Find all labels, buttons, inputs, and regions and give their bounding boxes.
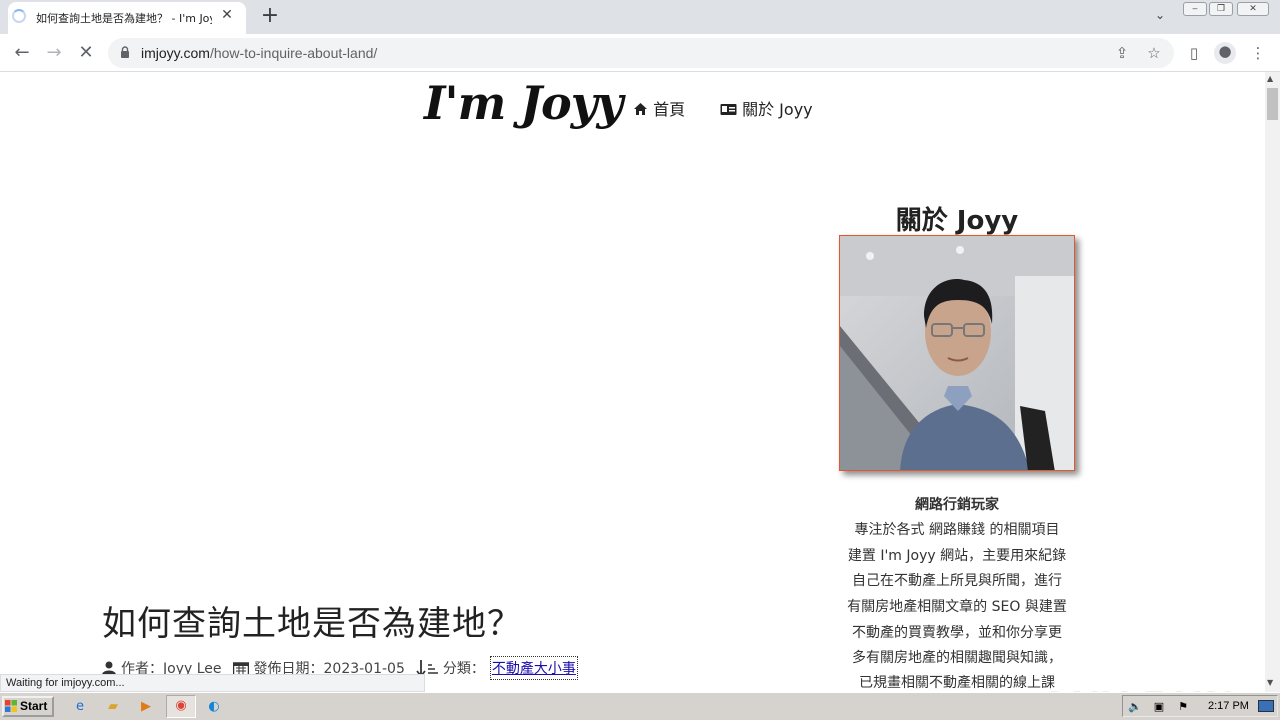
chrome-taskbar-button[interactable]: ◉: [166, 695, 196, 718]
media-player-icon[interactable]: ▶: [134, 697, 158, 717]
author-photo: [839, 235, 1075, 471]
tab-search-chevron-icon[interactable]: ⌄: [1150, 8, 1170, 26]
folder-icon[interactable]: ▰: [101, 697, 125, 717]
loading-spinner-icon: [12, 9, 26, 23]
side-panel-icon[interactable]: ▯: [1184, 44, 1204, 62]
edge-icon[interactable]: ◐: [202, 697, 226, 717]
url-host: imjoyy.com: [141, 45, 210, 61]
nav-home-label: 首頁: [653, 100, 686, 119]
sidebar-role: 網路行銷玩家: [915, 497, 999, 513]
show-desktop-icon[interactable]: [1258, 700, 1274, 712]
new-tab-button[interactable]: +: [258, 4, 282, 28]
sidebar-line: 自己在不動產上所見與所聞，進行: [852, 573, 1062, 589]
tab-title: 如何查詢土地是否為建地？ - I'm Joyy: [36, 12, 212, 25]
share-icon[interactable]: ⇪: [1112, 44, 1132, 62]
status-bar: Waiting for imjoyy.com...: [0, 674, 425, 692]
minimize-button[interactable]: ‒: [1183, 2, 1207, 16]
sidebar-line: 不動產的買賣教學，並和你分享更: [852, 625, 1062, 641]
nav-about-label: 關於 Joyy: [742, 100, 813, 119]
sidebar-title: 關於 Joyy: [895, 206, 1019, 236]
bookmark-star-icon[interactable]: ☆: [1144, 44, 1164, 62]
post-title: 如何查詢土地是否為建地？: [102, 604, 522, 644]
web-page: I'm Joyy 首頁 關於 Joyy 關於 Joyy 網路行銷玩家 專注於各式…: [0, 72, 1265, 692]
user-icon: [102, 661, 116, 675]
post-category-label: 分類：: [442, 661, 485, 677]
vertical-scrollbar[interactable]: [1265, 72, 1280, 692]
scrollbar-thumb[interactable]: [1267, 88, 1278, 120]
network-icon[interactable]: ▣: [1150, 697, 1168, 717]
scroll-down-icon[interactable]: ▼: [1267, 678, 1273, 687]
nav-home[interactable]: 首頁: [633, 96, 685, 120]
volume-icon[interactable]: 🔈: [1126, 697, 1144, 717]
nav-about[interactable]: 關於 Joyy: [720, 96, 813, 120]
site-logo[interactable]: I'm Joyy: [424, 76, 623, 130]
ie-icon[interactable]: e: [68, 697, 92, 717]
sidebar-line: 建置 I'm Joyy 網站，主要用來紀錄: [847, 548, 1067, 564]
post-category-link[interactable]: 不動產大小事: [489, 656, 578, 680]
close-window-button[interactable]: ✕: [1237, 2, 1269, 16]
url-path: /how-to-inquire-about-land/: [209, 45, 378, 61]
id-card-icon: [720, 104, 737, 115]
lock-icon[interactable]: [120, 46, 130, 58]
sidebar-line: 專注於各式 網路賺錢 的相關項目: [854, 522, 1060, 538]
sidebar-line: 有關房地產相關文章的 SEO 與建置: [847, 599, 1067, 615]
restore-button[interactable]: ❐: [1209, 2, 1233, 16]
tab-close-icon[interactable]: ✕: [218, 6, 236, 24]
stop-loading-button[interactable]: ✕: [74, 42, 98, 64]
url-text[interactable]: imjoyy.com/how-to-inquire-about-land/: [141, 45, 377, 61]
back-button[interactable]: ←: [10, 42, 34, 64]
system-tray: [1122, 695, 1278, 717]
scroll-up-icon[interactable]: ▲: [1267, 74, 1273, 83]
windows-logo-icon: [5, 700, 17, 712]
clock: 2:17 PM: [1208, 700, 1249, 712]
home-icon: [634, 103, 647, 115]
flag-icon[interactable]: ⚑: [1174, 697, 1192, 717]
forward-button[interactable]: →: [42, 42, 66, 64]
sidebar-line: 多有關房地產的相關趣聞與知識，: [852, 650, 1062, 666]
anyrun-watermark: ANY RUN: [1040, 684, 1236, 692]
menu-kebab-icon[interactable]: ⋮: [1248, 44, 1268, 62]
profile-avatar-icon[interactable]: ●: [1214, 42, 1236, 64]
